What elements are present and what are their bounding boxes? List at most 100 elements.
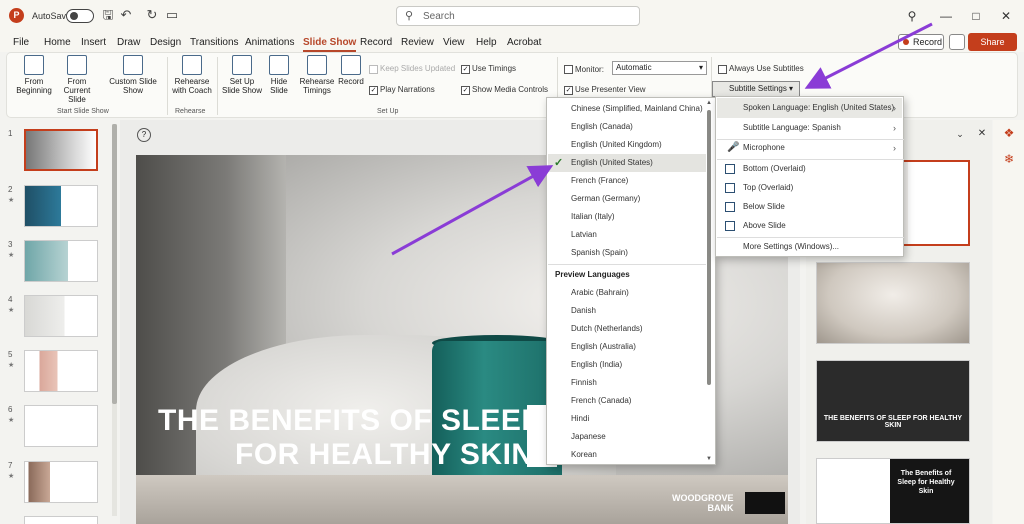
present-icon[interactable]: ▭ (164, 7, 180, 23)
microphone-item[interactable]: 🎤 Microphone › (717, 138, 902, 158)
menu-item-preview-language[interactable]: Korean (548, 446, 706, 464)
close-panel-icon[interactable]: ✕ (972, 124, 992, 144)
tab-draw[interactable]: Draw (117, 37, 140, 48)
slide-thumbnail-6[interactable] (24, 405, 98, 447)
custom-slide-show-label: Custom Slide Show (109, 77, 157, 95)
set-up-slide-show-button[interactable]: Set Up Slide Show (221, 55, 263, 95)
tab-slide-show[interactable]: Slide Show (303, 37, 357, 52)
custom-slide-show-button[interactable]: Custom Slide Show (107, 55, 159, 95)
above-slide-label: Above Slide (743, 221, 786, 230)
side-toolbar (993, 120, 1024, 524)
use-timings-checkbox[interactable]: Use Timings (461, 64, 516, 74)
menu-item-preview-language[interactable]: English (Australia) (548, 338, 706, 356)
top-overlaid-item[interactable]: Top (Overlaid) (717, 178, 902, 198)
chevron-down-icon[interactable]: ⌄ (950, 124, 970, 144)
slide-title-line2[interactable]: FOR HEALTHY SKIN (235, 438, 534, 472)
from-current-slide-button[interactable]: From Current Slide (55, 55, 99, 104)
slide-thumbnail-5[interactable] (24, 350, 98, 392)
undo-icon[interactable]: ↶ (118, 7, 134, 23)
menu-item-language[interactable]: Spanish (Spain) (548, 244, 706, 262)
search-input[interactable]: ⚲ Search (396, 6, 640, 26)
use-presenter-view-checkbox[interactable]: Use Presenter View (564, 85, 646, 95)
menu-item-language[interactable]: Italian (Italy) (548, 208, 706, 226)
record-button[interactable]: Record (898, 34, 944, 50)
bottom-overlaid-item[interactable]: Bottom (Overlaid) (717, 159, 902, 179)
slide-number: 5 (8, 350, 13, 359)
tab-animations[interactable]: Animations (245, 37, 294, 48)
menu-item-preview-language[interactable]: Arabic (Bahrain) (548, 284, 706, 302)
below-slide-item[interactable]: Below Slide (717, 197, 902, 217)
menu-item-language[interactable]: Chinese (Simplified, Mainland China) (548, 100, 706, 118)
always-use-subtitles-checkbox[interactable]: Always Use Subtitles (718, 64, 804, 74)
tab-view[interactable]: View (443, 37, 465, 48)
menu-item-language[interactable]: French (France) (548, 172, 706, 190)
tab-record[interactable]: Record (360, 37, 392, 48)
more-settings-item[interactable]: More Settings (Windows)... (717, 237, 902, 257)
transition-star-icon: ★ (8, 473, 15, 480)
copilot-icon[interactable]: ❖ (1000, 124, 1018, 142)
menu-item-preview-language[interactable]: Hindi (548, 410, 706, 428)
comments-icon[interactable] (949, 34, 965, 50)
show-media-controls-checkbox[interactable]: Show Media Controls (461, 85, 548, 95)
from-beginning-button[interactable]: From Beginning (13, 55, 55, 95)
tab-transitions[interactable]: Transitions (190, 37, 239, 48)
slide-thumbnail-4[interactable] (24, 295, 98, 337)
menu-item-preview-language[interactable]: Dutch (Netherlands) (548, 320, 706, 338)
menu-item-preview-language[interactable]: English (India) (548, 356, 706, 374)
menu-item-language[interactable]: English (Canada) (548, 118, 706, 136)
maximize-icon[interactable]: □ (966, 6, 986, 26)
preview-thumbnail-2[interactable] (816, 262, 970, 344)
menu-item-language-selected[interactable]: ✓ English (United States) (548, 154, 706, 172)
keep-slides-updated-checkbox[interactable]: Keep Slides Updated (369, 64, 455, 74)
tab-help[interactable]: Help (476, 37, 497, 48)
play-narrations-checkbox[interactable]: Play Narrations (369, 85, 435, 95)
rehearse-with-coach-button[interactable]: Rehearse with Coach (171, 55, 213, 95)
designer-icon[interactable]: ❄ (1000, 150, 1018, 168)
monitor-select[interactable]: Automatic (612, 61, 707, 75)
save-icon[interactable]: 🖫 (100, 7, 116, 23)
tab-review[interactable]: Review (401, 37, 434, 48)
preview-thumbnail-4[interactable]: The Benefits of Sleep for Healthy Skin (816, 458, 970, 524)
tab-design[interactable]: Design (150, 37, 181, 48)
record-slide-show-button[interactable]: Record (337, 55, 365, 86)
accessibility-icon[interactable]: ? (137, 128, 151, 142)
tab-home[interactable]: Home (44, 37, 71, 48)
tab-insert[interactable]: Insert (81, 37, 106, 48)
menu-item-language[interactable]: English (United Kingdom) (548, 136, 706, 154)
slide-thumbnail-3[interactable] (24, 240, 98, 282)
hide-slide-button[interactable]: Hide Slide (265, 55, 293, 95)
slide-thumbnail-8[interactable] (24, 516, 98, 524)
scrollbar-thumb[interactable] (112, 124, 117, 404)
preview-thumbnail-3[interactable]: THE BENEFITS OF SLEEP FOR HEALTHY SKIN (816, 360, 970, 442)
menu-item-preview-language[interactable]: Finnish (548, 374, 706, 392)
menu-item-language[interactable]: German (Germany) (548, 190, 706, 208)
tab-file[interactable]: File (13, 37, 29, 48)
subtitle-language-item[interactable]: Subtitle Language: Spanish › (717, 118, 902, 138)
scroll-up-icon[interactable]: ▲ (706, 100, 712, 106)
transition-star-icon: ★ (8, 417, 15, 424)
close-icon[interactable]: ✕ (996, 6, 1016, 26)
tab-acrobat[interactable]: Acrobat (507, 37, 541, 48)
subtitle-settings-button[interactable]: Subtitle Settings ▾ (712, 81, 800, 97)
transition-star-icon: ★ (8, 252, 15, 259)
menu-item-language[interactable]: Latvian (548, 226, 706, 244)
above-slide-item[interactable]: Above Slide (717, 216, 902, 236)
menu-item-preview-language[interactable]: French (Canada) (548, 392, 706, 410)
slide-thumbnail-2[interactable] (24, 185, 98, 227)
minimize-icon[interactable]: — (936, 6, 956, 26)
menu-item-preview-language[interactable]: Japanese (548, 428, 706, 446)
scroll-down-icon[interactable]: ▼ (706, 456, 712, 462)
rehearse-timings-button[interactable]: Rehearse Timings (299, 55, 335, 95)
menu-item-preview-language[interactable]: Danish (548, 302, 706, 320)
language-menu-scrollbar[interactable]: ▲ ▼ (706, 100, 712, 464)
lightbulb-icon[interactable]: ⚲ (902, 6, 922, 26)
slide-thumbnail-1[interactable] (24, 129, 98, 171)
thumbnail-scrollbar[interactable] (112, 124, 117, 516)
autosave-toggle[interactable] (66, 9, 94, 23)
slide-thumbnail-7[interactable] (24, 461, 98, 503)
slide-title-line1[interactable]: THE BENEFITS OF SLEEP (158, 404, 542, 438)
scrollbar-thumb[interactable] (707, 110, 711, 385)
share-button[interactable]: Share (968, 33, 1017, 51)
spoken-language-item[interactable]: Spoken Language: English (United States)… (717, 98, 902, 118)
redo-icon[interactable]: ↻ (144, 7, 160, 23)
